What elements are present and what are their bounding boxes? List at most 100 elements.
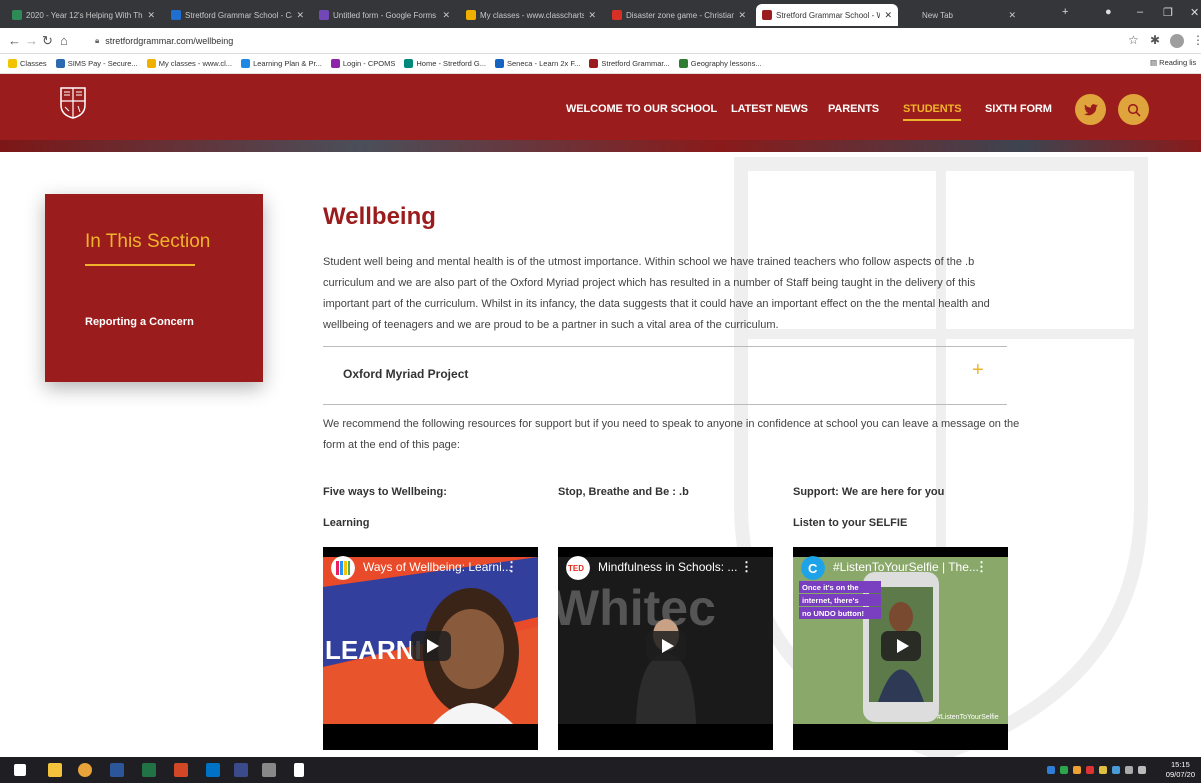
tab-label: New Tab [922,10,953,20]
tab-label: Stretford Grammar School - Cale [185,10,293,20]
close-tab-icon[interactable]: ✕ [147,10,155,21]
tab-favicon [762,10,772,20]
sims-icon-2[interactable] [262,763,276,777]
close-tab-icon[interactable]: ✕ [588,10,596,21]
reload-icon[interactable]: ↻ [42,33,53,49]
bookmark-item[interactable]: My classes - www.cl... [146,59,232,68]
reading-list[interactable]: ▤ Reading lis [1150,58,1197,67]
browser-tab[interactable]: My classes - www.classcharts.co✕ [460,4,602,26]
divider [323,404,1007,405]
close-tab-icon[interactable]: ✕ [1008,10,1016,21]
tab-strip: 2020 - Year 12's Helping With Th ✕ Stretfo… [0,0,1201,28]
tray-icon[interactable] [1112,766,1120,774]
tray-icon[interactable] [1086,766,1094,774]
bookmarks-bar: Classes SIMS Pay - Secure... My classes - … [0,54,1201,74]
tray-icon[interactable] [1099,766,1107,774]
close-window-icon[interactable]: ✕ [1190,6,1199,19]
chrome-icon[interactable] [78,763,92,777]
tray-icon[interactable] [1047,766,1055,774]
excel-icon[interactable] [142,763,156,777]
powerpoint-icon[interactable] [174,763,188,777]
reading-list-icon: ▤ [1150,58,1160,67]
nav-students[interactable]: STUDENTS [903,103,962,121]
bookmark-item[interactable]: Home - Stretford G... [404,59,486,68]
new-tab-icon[interactable]: + [1062,6,1068,18]
browser-tab[interactable]: Disaster zone game - Christian A ✕ [606,4,752,26]
minimize-icon[interactable]: – [1137,6,1143,18]
bookmark-item[interactable]: Learning Plan & Pr... [241,59,322,68]
extensions-icon[interactable]: ✱ [1150,33,1160,47]
bookmark-item[interactable]: SIMS Pay - Secure... [55,59,138,68]
play-button[interactable] [646,631,686,661]
bookmark-item[interactable]: Seneca - Learn 2x F... [495,59,580,68]
restore-icon[interactable]: ❐ [1163,6,1173,19]
browser-window: 2020 - Year 12's Helping With Th ✕ Stretfo… [0,0,1201,783]
close-tab-icon[interactable]: ✕ [884,10,892,21]
url-text: stretfordgrammar.com/wellbeing [105,36,234,46]
bookmark-star-icon[interactable]: ☆ [1128,33,1139,47]
bookmark-item[interactable]: Geography lessons... [678,59,762,68]
video-title[interactable]: Mindfulness in Schools: ... [598,560,748,574]
video-title[interactable]: #ListenToYourSelfie | The... [833,560,983,574]
tray-icon[interactable] [1073,766,1081,774]
play-button[interactable] [881,631,921,661]
tab-label: Disaster zone game - Christian A [626,10,735,20]
menu-icon[interactable]: ⋮ [1192,33,1201,47]
video-embed-listen-to-your-selfie[interactable]: Once it's on the internet, there's no UNDO… [793,547,1008,750]
channel-avatar: C [801,556,825,580]
forward-icon[interactable]: → [25,33,38,48]
play-button[interactable] [411,631,451,661]
sidebar-divider [85,264,195,266]
system-clock[interactable]: 15:15 09/07/20 [1166,760,1195,780]
tab-favicon [12,10,22,20]
volume-icon[interactable] [1138,766,1146,774]
video-title[interactable]: Ways of Wellbeing: Learni... [363,560,513,574]
word-icon[interactable] [110,763,124,777]
sidebar-link-reporting-concern[interactable]: Reporting a Concern [85,316,194,328]
channel-avatar [331,556,355,580]
twitter-icon [1083,103,1098,115]
tray-icon[interactable] [1060,766,1068,774]
browser-tab[interactable]: Stretford Grammar School - Cale ✕ [165,4,310,26]
section-sidebar: In This Section Reporting a Concern [45,194,263,382]
nav-latest-news[interactable]: LATEST NEWS [731,103,808,115]
twitter-button[interactable] [1075,94,1106,125]
more-options-icon[interactable]: ⋮ [975,559,988,575]
nav-parents[interactable]: PARENTS [828,103,879,115]
svg-text:C: C [808,561,818,576]
more-options-icon[interactable]: ⋮ [740,559,753,575]
close-tab-icon[interactable]: ✕ [296,10,304,21]
close-tab-icon[interactable]: ✕ [738,10,746,21]
ted-logo-icon: TED [566,556,590,580]
accordion-expand-icon[interactable]: + [972,359,984,382]
nav-sixth-form[interactable]: SIXTH FORM [985,103,1052,115]
more-options-icon[interactable]: ⋮ [505,559,518,575]
bookmark-item[interactable]: Login - CPOMS [330,59,395,68]
browser-tab[interactable]: 2020 - Year 12's Helping With Th ✕ [6,4,161,26]
close-tab-icon[interactable]: ✕ [442,10,450,21]
bookmark-item[interactable]: Stretford Grammar... [589,59,670,68]
browser-tab[interactable]: Untitled form - Google Forms ✕ [313,4,456,26]
school-crest-logo[interactable] [60,87,86,119]
file-explorer-icon[interactable] [48,763,62,777]
nav-welcome[interactable]: WELCOME TO OUR SCHOOL [566,103,717,115]
bookmark-item[interactable]: Classes [8,59,47,68]
video-embed-mindfulness[interactable]: Whitec TED Mindfulness in Schools: ... ⋮ [558,547,773,750]
outlook-icon[interactable] [206,763,220,777]
url-field[interactable]: 🔒︎ stretfordgrammar.com/wellbeing [95,31,1115,51]
browser-tab[interactable]: Stretford Grammar School - We ✕ [756,4,898,26]
search-button[interactable] [1118,94,1149,125]
home-icon[interactable]: ⌂ [60,33,68,48]
profile-icon[interactable]: ● [1105,6,1112,18]
video-embed-ways-of-wellbeing[interactable]: LEARNI Ways of Wellbeing: Learni... ⋮ [323,547,538,750]
network-icon[interactable] [1125,766,1133,774]
sims-icon[interactable] [234,763,248,777]
notepad-icon[interactable] [294,763,304,777]
bookmark-label: Seneca - Learn 2x F... [507,59,581,68]
browser-tab[interactable]: New Tab ✕ [902,4,1022,26]
bookmark-favicon [589,59,599,68]
accordion-oxford-myriad[interactable]: Oxford Myriad Project [343,367,468,381]
back-icon[interactable]: ← [8,33,21,48]
start-windows-icon[interactable] [14,764,26,776]
profile-avatar[interactable] [1170,34,1184,48]
